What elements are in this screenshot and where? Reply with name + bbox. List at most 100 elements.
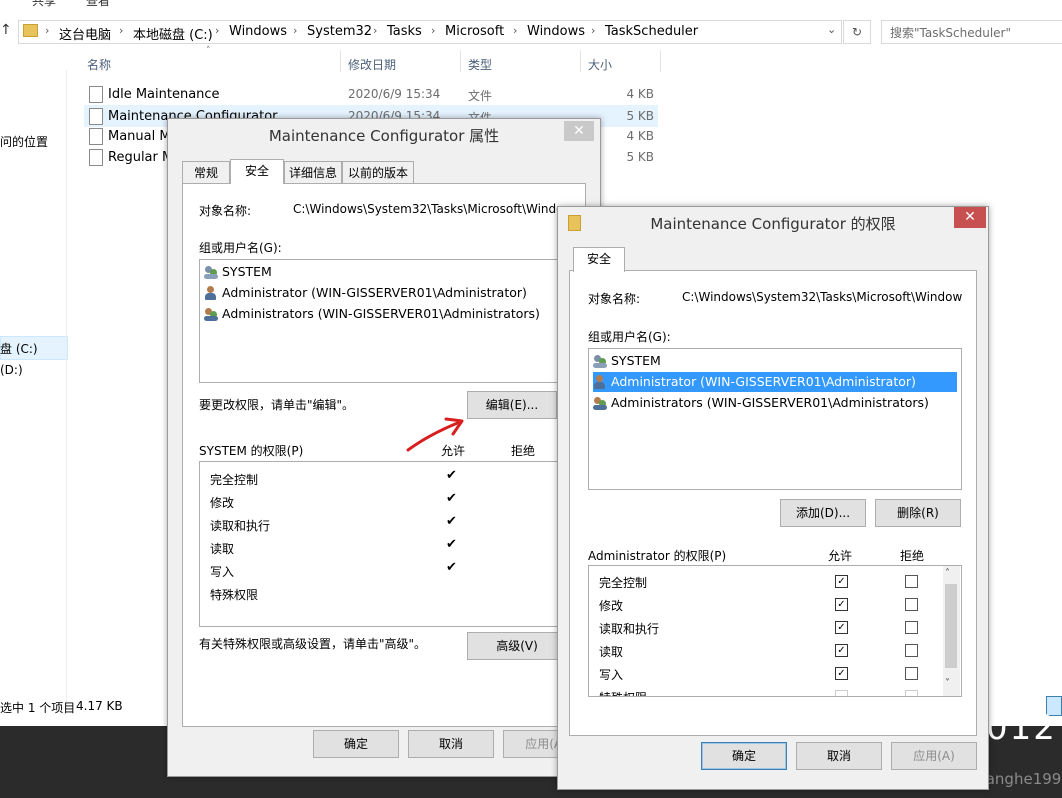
scroll-down-icon[interactable]: ˅ <box>945 678 950 689</box>
crumb-taskscheduler[interactable]: TaskScheduler <box>605 24 698 39</box>
deny-checkbox[interactable] <box>905 690 918 696</box>
group-label: 组或用户名(G): <box>588 330 671 344</box>
permission-list[interactable]: 完全控制 修改 读取和执行 读取 写入 特殊权限 ✓ ✓ ✓ ✓ ✓ ˄ ˅ <box>588 565 962 697</box>
advanced-button[interactable]: 高级(V) <box>467 632 567 660</box>
apply-button[interactable]: 应用(A) <box>891 742 977 770</box>
dropdown-chevron-icon[interactable]: ⌄ <box>827 23 836 36</box>
deny-checkbox[interactable] <box>905 621 918 634</box>
nav-recent-places[interactable]: 问的位置 <box>0 133 48 150</box>
background-text: 012 <box>986 708 1057 748</box>
crumb-windows-2[interactable]: Windows <box>527 24 585 39</box>
list-item[interactable]: Administrator (WIN-GISSERVER01\Administr… <box>204 283 527 303</box>
column-type[interactable]: 类型 <box>468 56 492 73</box>
up-arrow-icon[interactable]: ↑ <box>0 22 12 38</box>
scroll-thumb[interactable] <box>945 584 957 668</box>
perm-special: 特殊权限 <box>599 689 647 696</box>
address-bar[interactable]: › 这台电脑 › 本地磁盘 (C:) › Windows › System32 … <box>18 20 842 44</box>
crumb-drive-c[interactable]: 本地磁盘 (C:) <box>133 24 213 43</box>
search-input[interactable]: 搜索"TaskScheduler" <box>881 20 1062 44</box>
perm-label: Administrator 的权限(P) <box>588 549 727 563</box>
deny-checkbox[interactable] <box>905 644 918 657</box>
deny-checkbox[interactable] <box>905 598 918 611</box>
dialog-title: Maintenance Configurator 的权限 <box>650 215 896 233</box>
allow-checkbox[interactable]: ✓ <box>835 575 848 588</box>
file-icon <box>89 149 103 166</box>
tab-previous-versions[interactable]: 以前的版本 <box>342 161 414 184</box>
user-name: Administrator (WIN-GISSERVER01\Administr… <box>611 374 916 389</box>
list-item-selected[interactable]: Administrator (WIN-GISSERVER01\Administr… <box>593 372 957 392</box>
chevron-right-icon: › <box>119 24 124 37</box>
close-icon[interactable]: ✕ <box>564 121 594 141</box>
file-name: Idle Maintenance <box>108 87 220 102</box>
column-name[interactable]: 名称 <box>87 56 111 73</box>
list-item[interactable]: Administrators (WIN-GISSERVER01\Administ… <box>593 393 929 413</box>
file-size: 5 KB <box>626 109 654 123</box>
user-icon <box>204 286 218 300</box>
chevron-right-icon: › <box>591 24 596 37</box>
deny-header: 拒绝 <box>900 549 925 563</box>
cancel-button[interactable]: 取消 <box>408 730 494 758</box>
file-icon <box>89 108 103 125</box>
chevron-right-icon: › <box>373 24 378 37</box>
crumb-tasks[interactable]: Tasks <box>387 24 422 39</box>
scroll-up-icon[interactable]: ˄ <box>945 568 950 579</box>
user-list[interactable]: SYSTEM Administrator (WIN-GISSERVER01\Ad… <box>588 348 962 490</box>
list-item[interactable]: SYSTEM <box>204 262 272 282</box>
allow-checkbox[interactable]: ✓ <box>835 598 848 611</box>
nav-drive-c[interactable]: 盘 (C:) <box>0 340 38 357</box>
user-name: Administrator (WIN-GISSERVER01\Administr… <box>222 285 527 300</box>
column-date[interactable]: 修改日期 <box>348 56 396 73</box>
perm-special: 特殊权限 <box>210 588 259 602</box>
list-item[interactable]: Administrators (WIN-GISSERVER01\Administ… <box>204 304 540 324</box>
file-icon <box>89 86 103 103</box>
nav-drive-d[interactable]: (D:) <box>0 363 23 377</box>
deny-header: 拒绝 <box>511 444 536 458</box>
close-icon[interactable]: ✕ <box>954 207 986 228</box>
allow-checkbox[interactable]: ✓ <box>835 667 848 680</box>
check-icon: ✔ <box>446 491 457 506</box>
perm-read-execute: 读取和执行 <box>210 519 271 533</box>
status-selected: 选中 1 个项目 <box>0 701 76 715</box>
object-name-value: C:\Windows\System32\Tasks\Microsoft\Wind… <box>293 202 564 216</box>
allow-checkbox[interactable]: ✓ <box>835 621 848 634</box>
column-size[interactable]: 大小 <box>588 56 612 73</box>
refresh-icon[interactable]: ↻ <box>843 20 871 44</box>
deny-checkbox[interactable] <box>905 575 918 588</box>
remove-button[interactable]: 删除(R) <box>875 499 961 527</box>
deny-checkbox[interactable] <box>905 667 918 680</box>
tab-security[interactable]: 安全 <box>230 159 284 184</box>
scrollbar[interactable]: ˄ ˅ <box>943 566 960 696</box>
user-name: SYSTEM <box>611 353 661 368</box>
tab-general[interactable]: 常规 <box>182 161 230 184</box>
chevron-right-icon: › <box>215 24 220 37</box>
chevron-right-icon: › <box>293 24 298 37</box>
crumb-windows[interactable]: Windows <box>229 24 287 39</box>
advanced-hint: 有关特殊权限或高级设置，请单击"高级"。 <box>199 637 427 651</box>
ribbon-share-tab[interactable]: 共享 <box>32 0 56 8</box>
cancel-button[interactable]: 取消 <box>796 742 882 770</box>
group-label: 组或用户名(G): <box>199 241 282 255</box>
list-item[interactable]: SYSTEM <box>593 351 661 371</box>
add-button[interactable]: 添加(D)... <box>780 499 866 527</box>
crumb-system32[interactable]: System32 <box>307 24 372 39</box>
ribbon-view-tab[interactable]: 查看 <box>86 0 110 8</box>
user-list[interactable]: SYSTEM Administrator (WIN-GISSERVER01\Ad… <box>199 259 571 383</box>
allow-checkbox[interactable] <box>835 690 848 696</box>
tab-security[interactable]: 安全 <box>573 247 625 272</box>
perm-modify: 修改 <box>599 599 624 613</box>
check-icon: ✔ <box>446 514 457 529</box>
ok-button[interactable]: 确定 <box>313 730 399 758</box>
ok-button[interactable]: 确定 <box>701 742 787 770</box>
file-icon <box>89 128 103 145</box>
dialog-title: Maintenance Configurator 属性 <box>268 127 500 145</box>
tab-details[interactable]: 详细信息 <box>284 161 342 184</box>
file-size: 4 KB <box>626 87 654 101</box>
search-placeholder: 搜索"TaskScheduler" <box>890 26 1012 40</box>
users-icon <box>593 396 607 410</box>
allow-checkbox[interactable]: ✓ <box>835 644 848 657</box>
status-bar: 选中 1 个项目 4.17 KB <box>0 697 168 717</box>
edit-button[interactable]: 编辑(E)... <box>467 391 557 419</box>
crumb-this-pc[interactable]: 这台电脑 <box>59 24 111 43</box>
crumb-microsoft[interactable]: Microsoft <box>445 24 504 39</box>
file-row[interactable]: Idle Maintenance 2020/6/9 15:34 文件 4 KB <box>84 84 658 105</box>
